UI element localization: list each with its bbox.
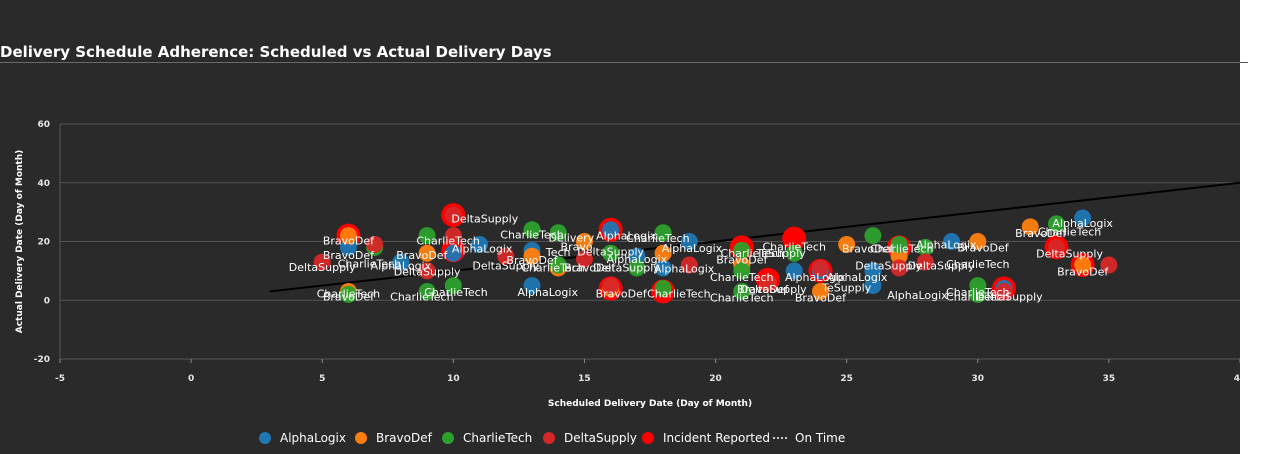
point-label: DeltaSupply bbox=[394, 265, 461, 278]
scatter-plot: -20 0 20 40 60 -5 0 5 10 15 20 25 30 35 40 DeltaSupply… bbox=[15, 120, 1240, 445]
x-tick-label: 30 bbox=[972, 374, 985, 384]
point-label: BravoDef bbox=[596, 287, 648, 300]
point-label: AlphaLogix bbox=[452, 242, 513, 255]
legend-swatch bbox=[642, 432, 654, 444]
y-tick-label: 0 bbox=[44, 296, 50, 306]
edge-divider bbox=[1240, 62, 1248, 63]
point-label: DeltaSupply bbox=[451, 212, 518, 225]
legend: AlphaLogix BravoDef CharlieTech DeltaSupply… bbox=[259, 431, 845, 445]
y-tick-label: 20 bbox=[37, 238, 50, 248]
point-label: CharlieTech bbox=[946, 258, 1009, 271]
legend-swatch bbox=[259, 432, 271, 444]
x-tick-label: 15 bbox=[578, 374, 591, 384]
point-labels: DeltaSupplyBravoDef CharlieTechAlphaLogix… bbox=[289, 212, 1114, 304]
y-tick-label: 40 bbox=[37, 179, 50, 189]
legend-swatch bbox=[543, 432, 555, 444]
point-label: BravoDef bbox=[1057, 265, 1109, 278]
point-label: BravoDef bbox=[957, 241, 1009, 254]
x-tick-label: 0 bbox=[188, 374, 194, 384]
x-tick-label: 5 bbox=[319, 374, 325, 384]
x-tick-label: 10 bbox=[447, 374, 460, 384]
point-label: AlphaLogix bbox=[662, 242, 723, 255]
y-axis-label: Actual Delivery Date (Day of Month) bbox=[15, 150, 25, 334]
point-label: BravoDef bbox=[323, 290, 375, 303]
x-axis-label: Scheduled Delivery Date (Day of Month) bbox=[548, 399, 752, 409]
legend-swatch bbox=[355, 432, 367, 444]
point-label: BravoDef bbox=[716, 254, 768, 267]
y-tick-label: 60 bbox=[37, 120, 50, 130]
legend-swatch bbox=[442, 432, 454, 444]
legend-label: Incident Reported bbox=[663, 431, 770, 445]
point-label: TeSupply bbox=[821, 281, 872, 294]
point-label: DeltaSupply bbox=[593, 261, 660, 274]
point-label: CharlieTech bbox=[647, 287, 710, 300]
legend-label: AlphaLogix bbox=[280, 431, 346, 445]
point-label: DeltaSupply bbox=[976, 290, 1043, 303]
point-label: AlphaLogix bbox=[654, 262, 715, 275]
point-label: BravoDef bbox=[323, 234, 375, 247]
legend-label: DeltaSupply bbox=[564, 431, 637, 445]
x-tick-label: 25 bbox=[840, 374, 853, 384]
point-label: CharlieTech bbox=[763, 240, 826, 253]
x-tick-label: 40 bbox=[1234, 374, 1240, 384]
point-label: AlphaLogix bbox=[517, 286, 578, 299]
point-label: AlphaLogix bbox=[887, 289, 948, 302]
legend-label: On Time bbox=[795, 431, 845, 445]
x-tick-label: 35 bbox=[1103, 374, 1116, 384]
legend-label: CharlieTech bbox=[463, 431, 532, 445]
y-tick-label: -20 bbox=[34, 355, 50, 365]
point-label: CharlieTech bbox=[710, 292, 773, 305]
point-label: DeltaSupply bbox=[1036, 247, 1103, 260]
legend-label: BravoDef bbox=[376, 431, 433, 445]
x-tick-label: 20 bbox=[709, 374, 722, 384]
point-label: CharlieTech bbox=[424, 286, 487, 299]
point-label: AlphaLogix bbox=[1052, 217, 1113, 230]
x-tick-label: -5 bbox=[55, 374, 65, 384]
